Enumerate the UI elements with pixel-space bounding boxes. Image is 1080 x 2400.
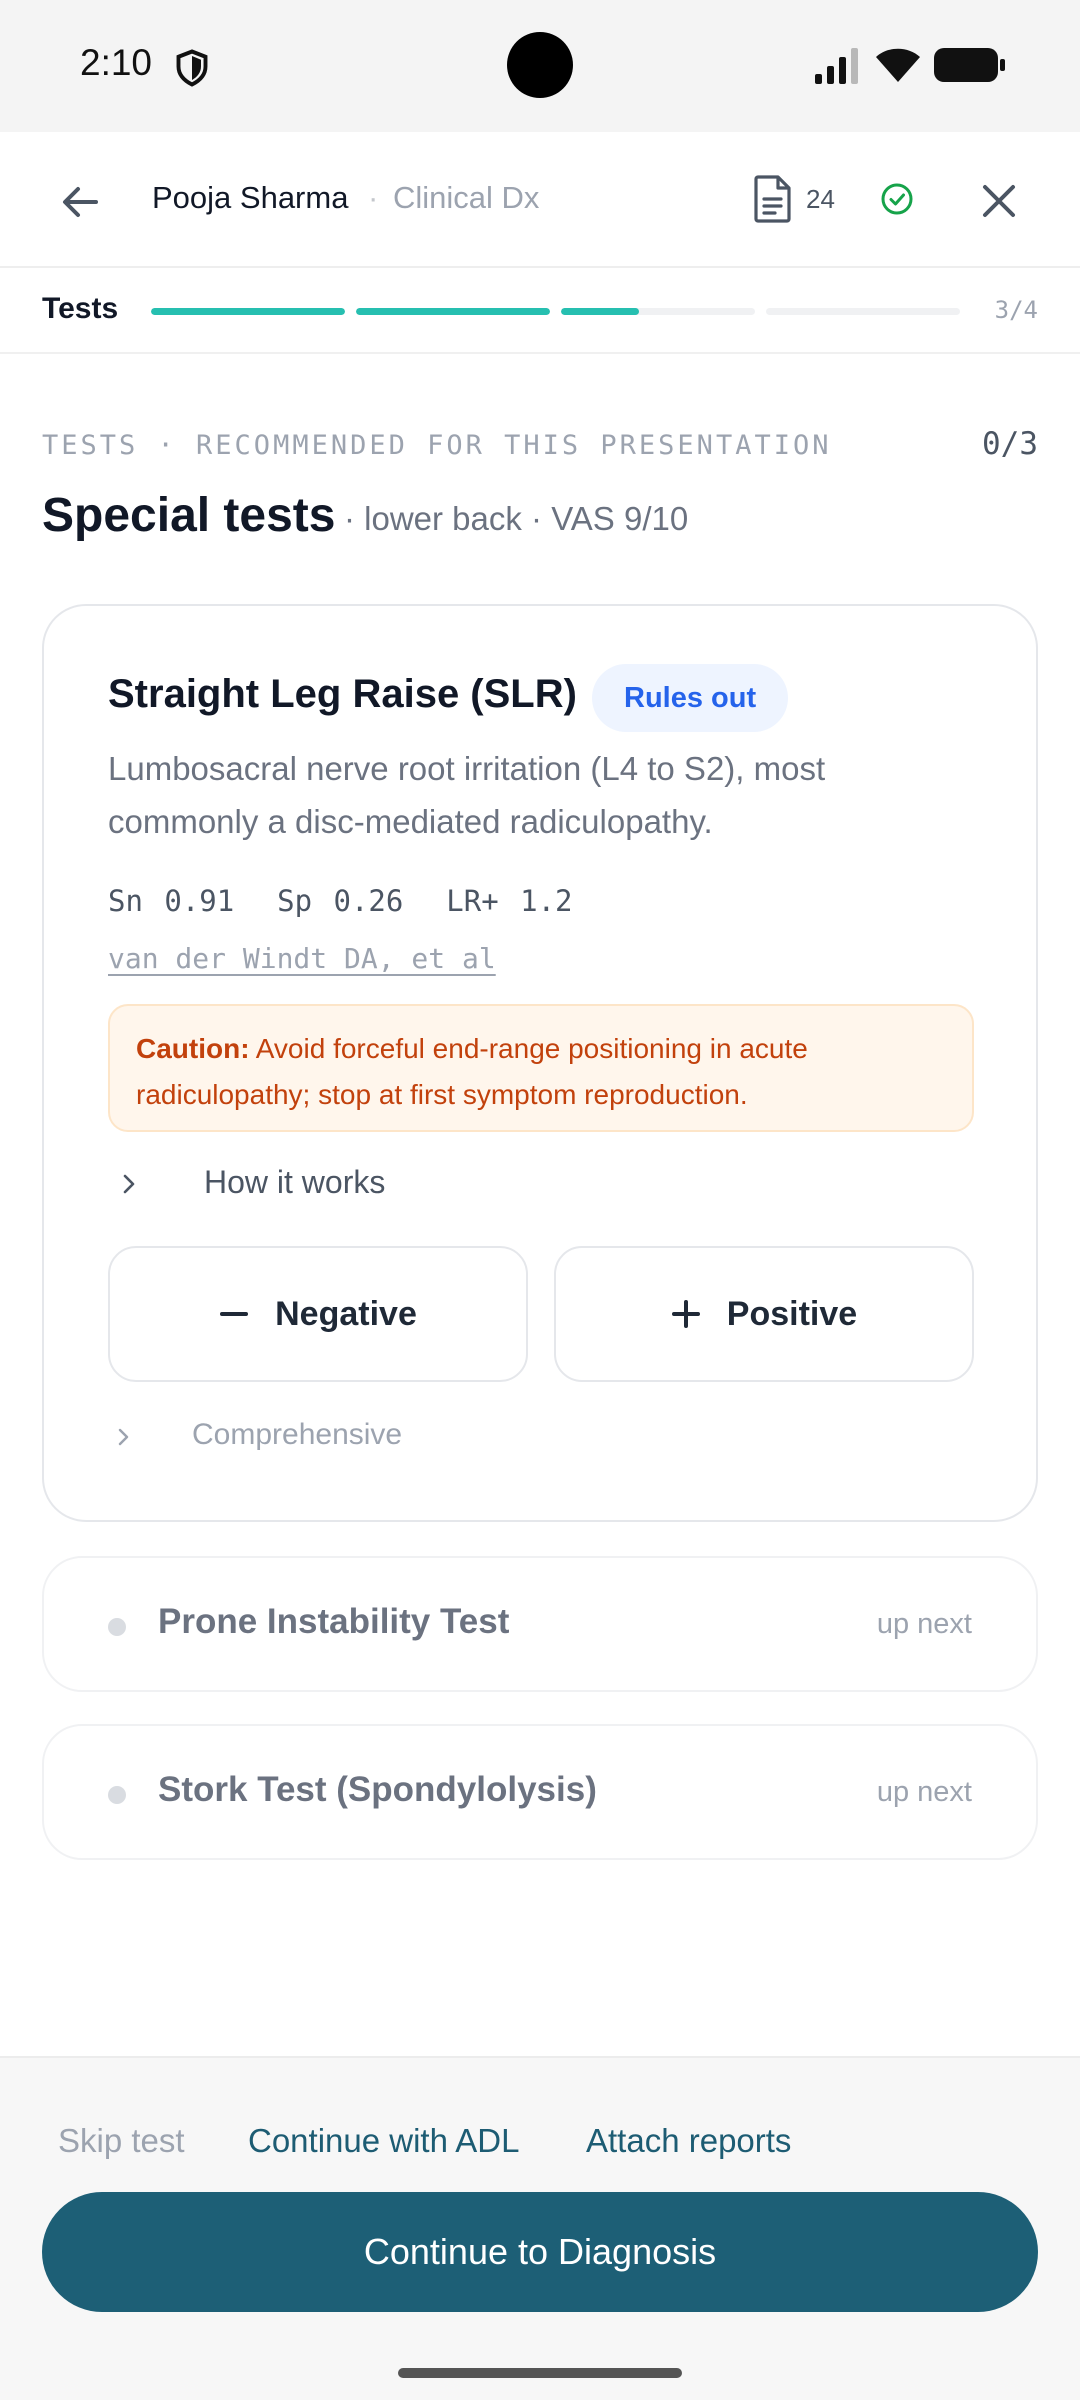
chevron-right-icon bbox=[123, 1174, 135, 1194]
section-eyebrow: TESTS · RECOMMENDED FOR THIS PRESENTATIO… bbox=[42, 430, 832, 461]
up-next-prone-instability[interactable]: Prone Instability Test up next bbox=[42, 1556, 1038, 1692]
up-next-stork-test[interactable]: Stork Test (Spondylolysis) up next bbox=[42, 1724, 1038, 1860]
up-next-tag: up next bbox=[876, 1608, 972, 1640]
test-stats: Sn 0.91 Sp 0.26 LR+ 1.2 bbox=[108, 884, 573, 918]
continue-adl-link[interactable]: Continue with ADL bbox=[248, 2122, 520, 2160]
plus-icon bbox=[671, 1300, 700, 1328]
shield-icon bbox=[176, 49, 208, 87]
close-icon[interactable] bbox=[976, 178, 1022, 224]
header-context: Clinical Dx bbox=[393, 180, 540, 215]
negative-button[interactable]: Negative bbox=[108, 1246, 528, 1382]
back-arrow-icon[interactable] bbox=[52, 174, 108, 230]
progress-row: Tests 3/4 bbox=[0, 270, 1080, 354]
progress-segment bbox=[561, 308, 755, 315]
test-description: Lumbosacral nerve root irritation (L4 to… bbox=[108, 750, 826, 840]
document-icon[interactable] bbox=[752, 174, 794, 224]
status-dot bbox=[108, 1618, 126, 1636]
positive-label: Positive bbox=[726, 1294, 858, 1333]
check-circle-icon bbox=[881, 183, 913, 215]
patient-name: Pooja Sharma bbox=[152, 180, 349, 215]
continue-to-diagnosis-button[interactable]: Continue to Diagnosis bbox=[42, 2192, 1038, 2312]
status-bar: 2:10 bbox=[0, 0, 1080, 132]
progress-label: Tests bbox=[42, 292, 119, 325]
attach-reports-link[interactable]: Attach reports bbox=[586, 2122, 791, 2160]
status-dot bbox=[108, 1786, 126, 1804]
section-meta: · lower back · VAS 9/10 bbox=[344, 500, 689, 537]
header-separator: · bbox=[368, 180, 379, 215]
progress-segment bbox=[356, 308, 550, 315]
camera-cutout bbox=[507, 32, 573, 98]
section-title: Special tests bbox=[42, 489, 336, 542]
up-next-tag: up next bbox=[876, 1776, 972, 1808]
test-card-slr: Straight Leg Raise (SLR) Rules out Lumbo… bbox=[42, 604, 1038, 1522]
caution-box: Caution: Avoid forceful end-range positi… bbox=[108, 1004, 974, 1132]
caution-label: Caution: bbox=[136, 1033, 250, 1064]
app-header: Pooja Sharma · Clinical Dx 24 bbox=[0, 132, 1080, 268]
minus-icon bbox=[220, 1312, 249, 1316]
bottom-action-bar: Skip test Continue with ADL Attach repor… bbox=[0, 2056, 1080, 2400]
skip-test-link[interactable]: Skip test bbox=[58, 2122, 185, 2160]
comprehensive-label: Comprehensive bbox=[192, 1418, 403, 1451]
tests-counter: 0/3 bbox=[982, 426, 1038, 462]
negative-label: Negative bbox=[275, 1294, 417, 1333]
signal-icon bbox=[815, 48, 858, 84]
battery-icon bbox=[934, 48, 1005, 82]
up-next-name: Prone Instability Test bbox=[158, 1602, 510, 1641]
status-time: 2:10 bbox=[80, 42, 153, 83]
home-indicator[interactable] bbox=[398, 2368, 682, 2378]
how-it-works-label: How it works bbox=[204, 1164, 386, 1200]
chevron-right-icon bbox=[118, 1428, 129, 1446]
rules-out-badge: Rules out bbox=[592, 664, 789, 732]
progress-segment bbox=[151, 308, 345, 315]
up-next-name: Stork Test (Spondylolysis) bbox=[158, 1770, 597, 1809]
positive-button[interactable]: Positive bbox=[554, 1246, 974, 1382]
document-count: 24 bbox=[806, 184, 835, 214]
wifi-icon bbox=[876, 48, 920, 82]
test-title: Straight Leg Raise (SLR) bbox=[108, 672, 577, 716]
progress-segment bbox=[766, 308, 960, 315]
progress-count: 3/4 bbox=[994, 296, 1038, 324]
citation-link[interactable]: van der Windt DA, et al bbox=[108, 942, 496, 975]
